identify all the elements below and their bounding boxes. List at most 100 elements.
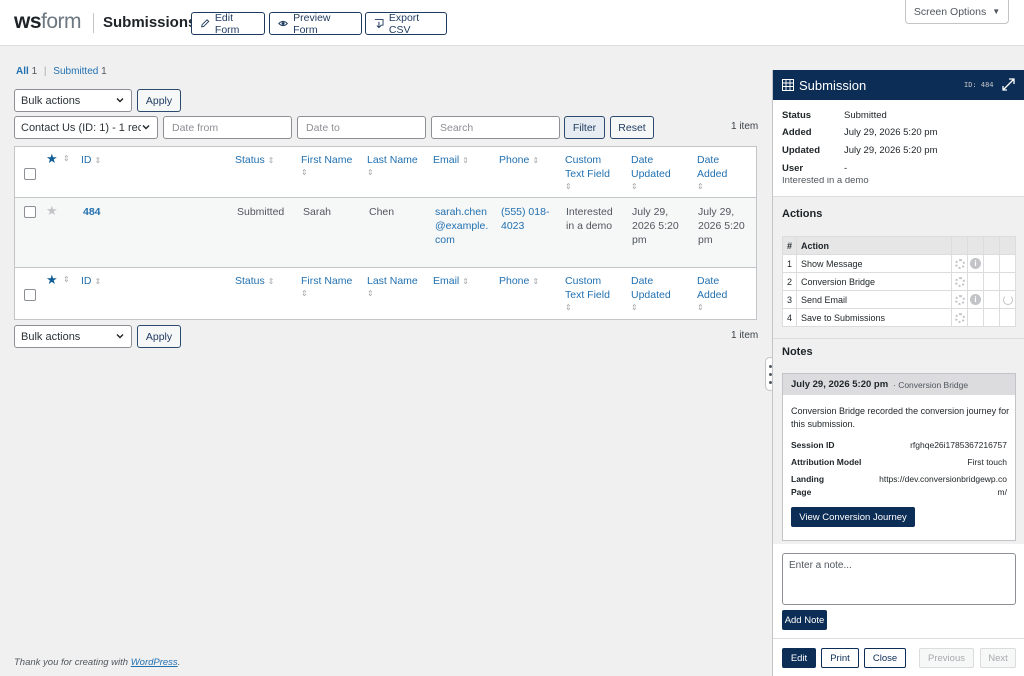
cell-id[interactable]: 484 (83, 205, 101, 219)
gear-icon[interactable] (954, 312, 965, 323)
date-from-input[interactable]: Date from (163, 116, 292, 139)
search-input[interactable]: Search (431, 116, 560, 139)
cell-date-updated: July 29, 2026 5:20 pm (632, 205, 679, 247)
detail-status-value: Submitted (844, 110, 887, 121)
next-button[interactable]: Next (980, 648, 1016, 668)
item-count-top: 1 item (731, 121, 759, 132)
landing-label-line-1: Landing (791, 474, 825, 484)
apply-button-bottom[interactable]: Apply (137, 325, 181, 348)
action-row: 4 Save to Submissions (782, 308, 1016, 327)
logo-form-text: form (41, 10, 82, 33)
preview-form-button[interactable]: Preview Form (269, 11, 362, 36)
gear-icon[interactable] (954, 258, 965, 269)
column-custom-text-field[interactable]: Custom Text Field ⇕ (565, 274, 621, 312)
gear-icon[interactable] (954, 276, 965, 287)
filter-button[interactable]: Filter (564, 116, 605, 139)
date-to-placeholder: Date to (306, 121, 340, 134)
pencil-icon (201, 19, 210, 28)
view-filters: All 1 | Submitted 1 (16, 66, 107, 77)
screen-options-button[interactable]: Screen Options ▼ (905, 0, 1009, 24)
add-note-button[interactable]: Add Note (782, 610, 827, 630)
info-icon[interactable]: i (970, 294, 981, 306)
detail-user-label: User (782, 163, 804, 174)
actions-title: Actions (782, 208, 823, 220)
close-button[interactable]: Close (864, 648, 906, 668)
apply-button-top[interactable]: Apply (137, 89, 181, 112)
select-all-checkbox-bottom[interactable] (24, 289, 36, 301)
edit-form-button[interactable]: Edit Form (191, 12, 265, 36)
wsform-logo[interactable]: wsform (14, 10, 82, 34)
column-id[interactable]: ID ⇕ (81, 274, 101, 289)
cell-email[interactable]: sarah.chen @example. com (435, 205, 488, 247)
note-source: · Conversion Bridge (893, 380, 969, 390)
date-to-input[interactable]: Date to (297, 116, 426, 139)
cell-phone[interactable]: (555) 018- 4023 (501, 205, 549, 233)
sort-icon: ⇕ (565, 182, 572, 191)
column-id-label: ID (81, 154, 92, 166)
gear-icon[interactable] (954, 294, 965, 305)
item-count-bottom: 1 item (731, 330, 759, 341)
action-name: Send Email (796, 290, 952, 309)
detail-added-value: July 29, 2026 5:20 pm (844, 127, 938, 138)
column-email[interactable]: Email ⇕ (433, 153, 469, 168)
view-conversion-journey-button[interactable]: View Conversion Journey (791, 507, 915, 527)
column-phone-label: Phone (499, 154, 530, 166)
cell-first-name: Sarah (303, 206, 332, 218)
sort-icon: ⇕ (532, 277, 540, 286)
view-all-link[interactable]: All (16, 66, 29, 77)
sort-icon: ⇕ (697, 182, 704, 191)
column-status[interactable]: Status ⇕ (235, 274, 274, 289)
sort-icon[interactable]: ⇕ (63, 154, 70, 163)
sort-icon: ⇕ (301, 289, 308, 298)
action-num: 2 (782, 272, 797, 291)
info-icon[interactable]: i (970, 258, 981, 270)
column-phone[interactable]: Phone ⇕ (499, 153, 539, 168)
star-icon[interactable]: ★ (46, 152, 58, 165)
view-submitted-link[interactable]: Submitted (53, 66, 98, 77)
select-all-checkbox[interactable] (24, 168, 36, 180)
preview-form-label: Preview Form (293, 11, 331, 36)
table-row[interactable]: ★ 484 Submitted Sarah Chen sarah.chen @e… (15, 198, 756, 268)
column-last-name-label: Last Name (367, 275, 418, 287)
actions-num-header: # (782, 236, 797, 255)
print-button[interactable]: Print (821, 648, 859, 668)
table-header-row: ★ ⇕ ID ⇕ Status ⇕ First Name ⇕ Last Name ⇕ E… (15, 147, 756, 198)
column-status[interactable]: Status ⇕ (235, 153, 274, 168)
column-date-updated[interactable]: Date Updated ⇕ (631, 274, 681, 312)
column-email[interactable]: Email ⇕ (433, 274, 469, 289)
bulk-actions-value: Bulk actions (21, 94, 81, 107)
bulk-actions-select-top[interactable]: Bulk actions (14, 89, 132, 112)
column-date-updated-label: Date Updated (631, 275, 671, 301)
header-divider (93, 13, 94, 33)
sort-icon[interactable]: ⇕ (63, 275, 70, 284)
column-first-name[interactable]: First Name ⇕ (301, 274, 361, 298)
previous-button[interactable]: Previous (919, 648, 974, 668)
column-last-name[interactable]: Last Name ⇕ (367, 274, 427, 298)
column-date-added[interactable]: Date Added ⇕ (697, 274, 741, 312)
reset-button[interactable]: Reset (610, 116, 654, 139)
table-footer-row: ★ ⇕ ID ⇕ Status ⇕ First Name ⇕ Last Name ⇕ E… (15, 268, 756, 319)
column-date-added[interactable]: Date Added ⇕ (697, 153, 741, 191)
edit-button[interactable]: Edit (782, 648, 816, 668)
column-custom-text-field[interactable]: Custom Text Field ⇕ (565, 153, 621, 191)
column-email-label: Email (433, 275, 460, 287)
note-text: Conversion Bridge recorded the conversio… (791, 406, 1010, 429)
star-icon[interactable]: ★ (46, 273, 58, 286)
column-phone[interactable]: Phone ⇕ (499, 274, 539, 289)
view-all-count: 1 (31, 66, 38, 77)
row-checkbox[interactable] (24, 206, 36, 218)
export-csv-button[interactable]: Export CSV (365, 12, 447, 36)
star-icon[interactable]: ★ (46, 204, 58, 217)
expand-icon[interactable] (1002, 78, 1015, 91)
wordpress-link[interactable]: WordPress (131, 657, 178, 668)
column-id[interactable]: ID ⇕ (81, 153, 101, 168)
sort-icon: ⇕ (367, 168, 374, 177)
column-last-name[interactable]: Last Name ⇕ (367, 153, 427, 177)
bulk-actions-select-bottom[interactable]: Bulk actions (14, 325, 132, 348)
session-id-label: Session ID (791, 440, 835, 450)
form-select[interactable]: Contact Us (ID: 1) - 1 record (14, 116, 158, 139)
column-first-name[interactable]: First Name ⇕ (301, 153, 361, 177)
column-date-updated[interactable]: Date Updated ⇕ (631, 153, 681, 191)
note-textarea[interactable]: Enter a note... (782, 553, 1016, 605)
refresh-icon[interactable] (1002, 294, 1013, 305)
